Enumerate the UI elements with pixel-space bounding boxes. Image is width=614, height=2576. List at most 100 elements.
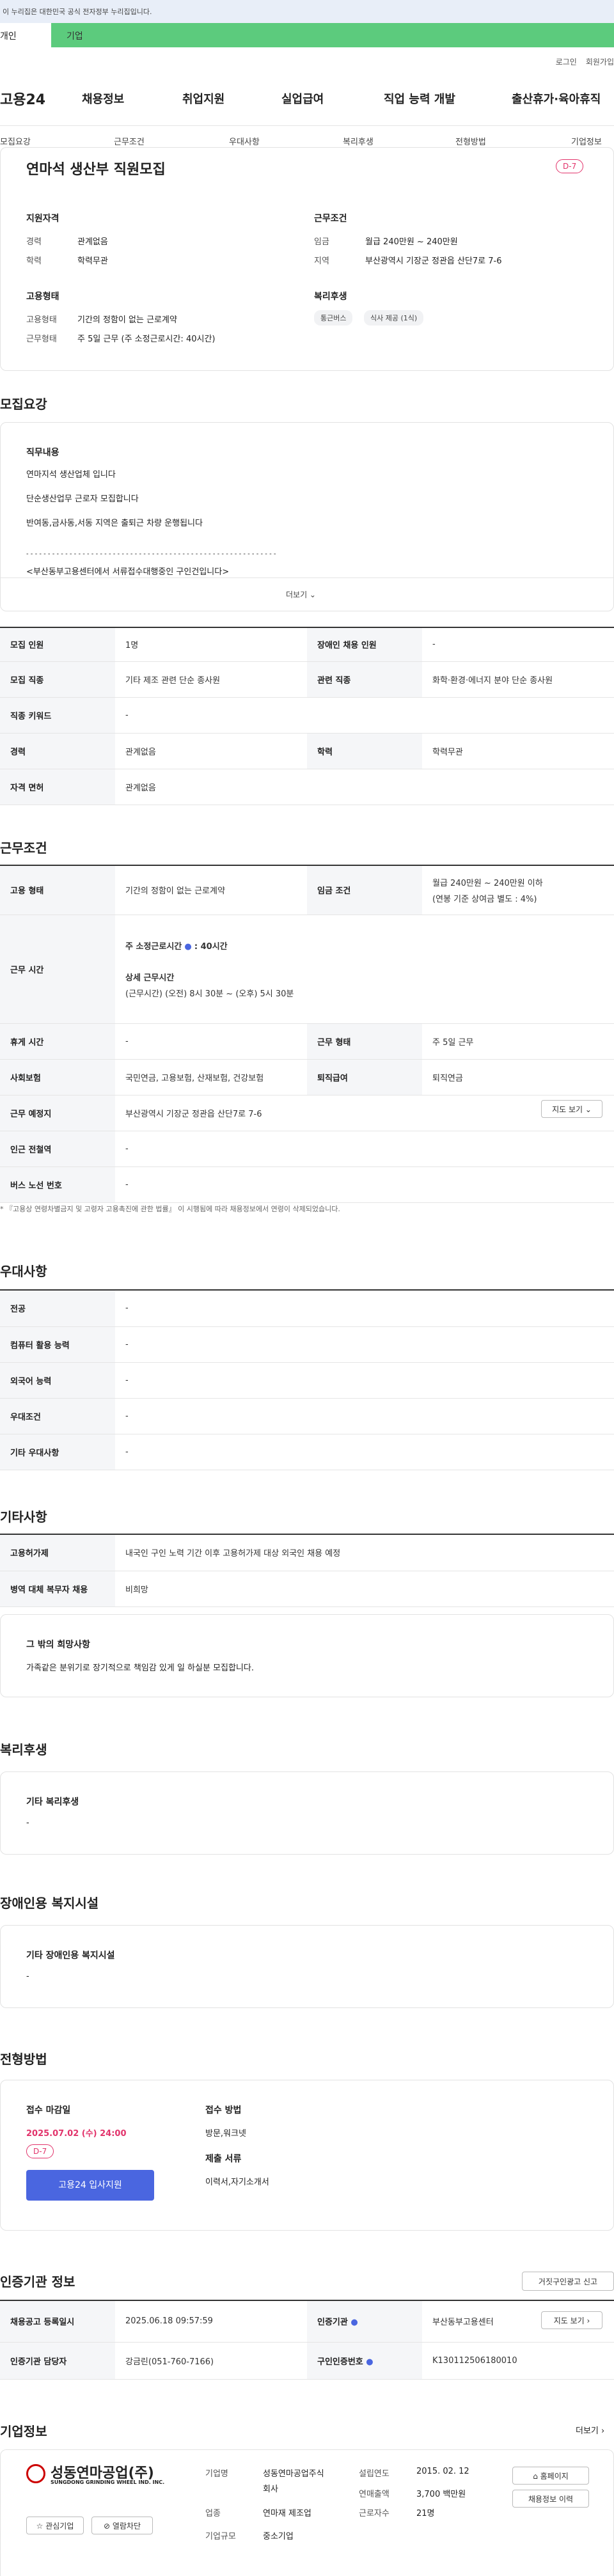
section-recruit: 모집요강: [0, 397, 47, 412]
table-header-cell: 병역 대체 복무자 채용: [0, 1571, 115, 1607]
recruit-table: 모집 인원 1명 장애인 채용 인원 - 모집 직종 기타 제조 관련 단순 종사원 관련…: [0, 628, 614, 805]
table-header-cell: 관련 직종: [307, 661, 422, 698]
gnb-unemployment[interactable]: 실업급여: [281, 90, 324, 107]
gnb-employment[interactable]: 취업지원: [182, 90, 224, 107]
homepage-button[interactable]: ⌂ 홈페이지: [512, 2467, 589, 2485]
table-header-cell: 우대조건: [0, 1398, 115, 1434]
table-header-cell: 경력: [0, 733, 115, 769]
size-key: 기업규모: [205, 2532, 236, 2541]
table-cell: 국민연금, 고용보험, 산재보험, 건강보험: [115, 1059, 307, 1096]
cert-map-button[interactable]: 지도 보기 ›: [541, 2311, 602, 2329]
company-logo-en: SUNGDONG GRINDING WHEEL IND. INC.: [51, 2479, 165, 2485]
welfare-heading: 복리후생: [314, 292, 347, 302]
industry-key: 업종: [205, 2509, 221, 2518]
cert-table: 채용공고 등록일시 2025.06.18 09:57:59 인증기관 ● 부산동부고용…: [0, 2301, 614, 2380]
anchor-company[interactable]: 기업정보: [571, 135, 602, 147]
table-cell: 관계없음: [115, 769, 614, 805]
table-cell: -: [115, 1362, 614, 1399]
map-button[interactable]: 지도 보기 ⌄: [541, 1100, 602, 1118]
table-header-cell: 모집 인원: [0, 628, 115, 662]
edu-value: 학력무관: [77, 256, 108, 266]
table-header-cell: 임금 조건: [307, 866, 422, 915]
interest-button[interactable]: ☆ 관심기업: [26, 2517, 84, 2534]
section-welfare: 복리후생: [0, 1742, 47, 1757]
disab-box-heading: 기타 장애인용 복지시설: [26, 1951, 115, 1961]
welfare-box: 기타 복리후생 -: [0, 1771, 614, 1855]
loc-value: 부산광역시 기장군 정관읍 산단7로 7-6: [365, 256, 502, 266]
table-header-cell: 구인인증번호 ●: [307, 2342, 422, 2380]
emp-key: 근로자수: [359, 2509, 390, 2518]
report-button[interactable]: 거짓구인광고 신고: [522, 2272, 614, 2291]
cname-key: 기업명: [205, 2469, 228, 2479]
anchor-recruit[interactable]: 모집요강: [0, 135, 31, 147]
cond-heading: 근무조건: [314, 214, 347, 224]
emp-heading: 고용형태: [26, 292, 59, 302]
table-header-cell: 근무 예정지: [0, 1095, 115, 1131]
table-header-cell: 전공: [0, 1291, 115, 1327]
sales-key: 연매출액: [359, 2490, 390, 2499]
disab-box: 기타 장애인용 복지시설 -: [0, 1925, 614, 2008]
dday-badge: D-7: [556, 159, 584, 173]
method-heading: 접수 방법: [205, 2105, 242, 2116]
duty-line: <부산동부고용센터에서 서류접수대행중인 구인건입니다>: [26, 567, 230, 577]
table-cell: 월급 240만원 ~ 240만원 이하 (연봉 기준 상여금 별도 : 4%): [422, 866, 614, 915]
section-cert: 인증기관 정보: [0, 2274, 75, 2289]
table-cell: -: [115, 1131, 614, 1167]
table-cell: -: [115, 1434, 614, 1470]
global-nav: 고용24 채용정보 취업지원 실업급여 직업 능력 개발 출산휴가·육아휴직: [0, 83, 614, 114]
wage-key: 임금: [314, 237, 329, 247]
table-cell: -: [115, 1291, 614, 1327]
anchor-pref[interactable]: 우대사항: [229, 135, 260, 147]
section-pref: 우대사항: [0, 1264, 47, 1279]
welfare-box-value: -: [26, 1818, 29, 1828]
emp-value: 21명: [416, 2509, 435, 2518]
tab-personal[interactable]: 개인: [0, 23, 51, 47]
company-logo-icon: [26, 2464, 45, 2483]
wtype-key: 근무형태: [26, 334, 57, 344]
table-cell: 내국인 구인 노력 기간 이후 고용허가제 대상 외국인 채용 예정: [115, 1535, 614, 1571]
etc-box-heading: 그 밖의 희망사항: [26, 1640, 90, 1650]
apply-button[interactable]: 고용24 입사지원: [26, 2170, 154, 2201]
block-button[interactable]: ⊘ 열람차단: [91, 2517, 153, 2534]
gnb-leave[interactable]: 출산휴가·육아휴직: [512, 90, 601, 107]
company-more-link[interactable]: 더보기 ›: [576, 2424, 604, 2436]
anchor-apply[interactable]: 전형방법: [455, 135, 486, 147]
anchor-work[interactable]: 근무조건: [114, 135, 145, 147]
docs-heading: 제출 서류: [205, 2154, 242, 2164]
gov-banner: 이 누리집은 대한민국 공식 전자정부 누리집입니다.: [0, 0, 614, 23]
table-cell: 학력무관: [422, 733, 614, 769]
section-apply: 전형방법: [0, 2052, 47, 2067]
career-key: 경력: [26, 237, 42, 247]
duty-line: 반여동,금사동,서동 지역은 출퇴근 차량 운행됩니다: [26, 519, 203, 528]
pref-table: 전공 - 컴퓨터 활용 능력 - 외국어 능력 - 우대조건 - 기타 우대사항 -: [0, 1291, 614, 1470]
login-link[interactable]: 로그인: [556, 56, 577, 67]
table-header-cell: 학력: [307, 733, 422, 769]
gnb-jobs[interactable]: 채용정보: [82, 90, 124, 107]
etc-box: 그 밖의 희망사항 가족같은 분위기로 장기적으로 책임감 있게 일 하실분 모…: [0, 1614, 614, 1697]
cname-value-2: 회사: [263, 2485, 278, 2494]
sales-value: 3,700 백만원: [416, 2490, 466, 2499]
table-cell: 화학·환경·에너지 분야 단순 종사원: [422, 661, 614, 698]
site-logo[interactable]: 고용24: [0, 88, 45, 109]
section-work: 근무조건: [0, 840, 47, 856]
more-button[interactable]: 더보기 ⌄: [286, 589, 316, 600]
table-cell: -: [115, 697, 614, 734]
etype-value: 기간의 정함이 없는 근로계약: [77, 315, 177, 325]
table-header-cell: 채용공고 등록일시: [0, 2301, 115, 2343]
table-cell: 1명: [115, 628, 307, 662]
table-cell: 2025.06.18 09:57:59: [115, 2301, 307, 2343]
signup-link[interactable]: 회원가입: [586, 56, 614, 67]
table-header-cell: 모집 직종: [0, 661, 115, 698]
table-cell: 기간의 정함이 없는 근로계약: [115, 866, 307, 915]
wage-value: 월급 240만원 ~ 240만원: [365, 237, 458, 247]
table-cell: -: [115, 1166, 614, 1203]
table-cell: 퇴직연금: [422, 1059, 614, 1096]
history-button[interactable]: 채용정보 이력: [512, 2490, 589, 2508]
table-cell: K130112506180010: [422, 2342, 614, 2380]
tab-company[interactable]: 기업: [51, 23, 614, 47]
est-key: 설립연도: [359, 2469, 390, 2479]
anchor-welfare[interactable]: 복리후생: [343, 135, 374, 147]
gnb-training[interactable]: 직업 능력 개발: [384, 90, 455, 107]
disab-box-value: -: [26, 1972, 29, 1981]
dday-badge: D-7: [26, 2144, 54, 2158]
